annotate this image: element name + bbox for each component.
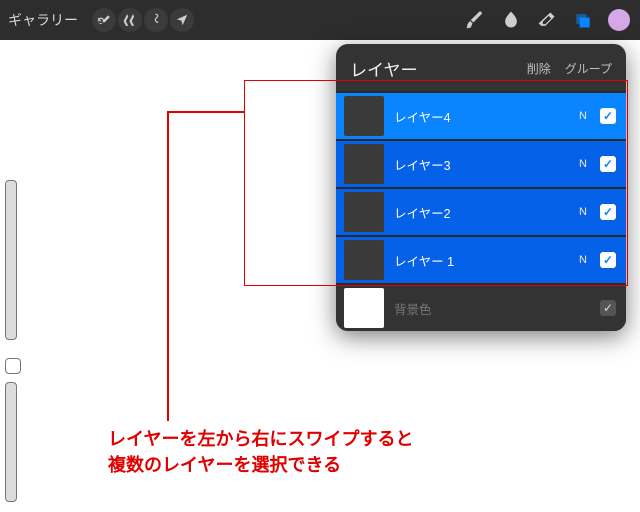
gallery-button[interactable]: ギャラリー — [8, 10, 78, 30]
top-toolbar: ギャラリー — [0, 0, 640, 40]
visibility-checkbox[interactable] — [600, 204, 616, 220]
color-swatch[interactable] — [608, 9, 630, 31]
background-row[interactable]: 背景色 — [336, 283, 626, 331]
blend-mode-indicator[interactable]: N — [576, 254, 590, 266]
layer-name: レイヤー 1 — [394, 251, 566, 270]
sidebar — [5, 180, 23, 502]
smudge-icon[interactable] — [500, 9, 522, 31]
modify-button[interactable] — [5, 358, 21, 374]
layer-thumbnail — [344, 240, 384, 280]
brush-size-slider[interactable] — [5, 180, 17, 340]
blend-mode-indicator[interactable]: N — [576, 158, 590, 170]
layers-panel-title: レイヤー — [350, 56, 418, 81]
visibility-checkbox[interactable] — [600, 252, 616, 268]
group-button[interactable]: グループ — [565, 60, 612, 77]
layer-thumbnail — [344, 144, 384, 184]
wrench-icon[interactable] — [92, 8, 116, 32]
toolbar-right-group — [464, 0, 630, 40]
layers-panel-actions: 削除 グループ — [527, 60, 612, 77]
delete-button[interactable]: 削除 — [527, 60, 551, 77]
layers-panel: レイヤー 削除 グループ レイヤー4 N レイヤー3 N レイヤー2 N レイヤー 1 N 背… — [336, 44, 626, 331]
selection-icon[interactable] — [144, 8, 168, 32]
layer-list: レイヤー4 N レイヤー3 N レイヤー2 N レイヤー 1 N — [336, 91, 626, 283]
transform-icon[interactable] — [170, 8, 194, 32]
brush-icon[interactable] — [464, 9, 486, 31]
layer-row[interactable]: レイヤー2 N — [336, 187, 626, 235]
toolbar-left-group — [92, 8, 194, 32]
visibility-checkbox[interactable] — [600, 108, 616, 124]
layer-thumbnail — [344, 192, 384, 232]
visibility-checkbox[interactable] — [600, 156, 616, 172]
layer-row[interactable]: レイヤー 1 N — [336, 235, 626, 283]
layer-name: レイヤー4 — [394, 107, 566, 126]
adjustments-icon[interactable] — [118, 8, 142, 32]
background-visibility-checkbox[interactable] — [600, 300, 616, 316]
layer-name: レイヤー2 — [394, 203, 566, 222]
blend-mode-indicator[interactable]: N — [576, 206, 590, 218]
layer-thumbnail — [344, 96, 384, 136]
background-label: 背景色 — [394, 299, 590, 318]
blend-mode-indicator[interactable]: N — [576, 110, 590, 122]
layer-row[interactable]: レイヤー3 N — [336, 139, 626, 187]
annotation-text: レイヤーを左から右にスワイプすると複数のレイヤーを選択できる — [108, 426, 413, 478]
background-thumbnail — [344, 288, 384, 328]
layers-icon[interactable] — [572, 9, 594, 31]
layer-name: レイヤー3 — [394, 155, 566, 174]
opacity-slider[interactable] — [5, 382, 17, 502]
layers-panel-header: レイヤー 削除 グループ — [336, 44, 626, 91]
layer-row[interactable]: レイヤー4 N — [336, 91, 626, 139]
eraser-icon[interactable] — [536, 9, 558, 31]
